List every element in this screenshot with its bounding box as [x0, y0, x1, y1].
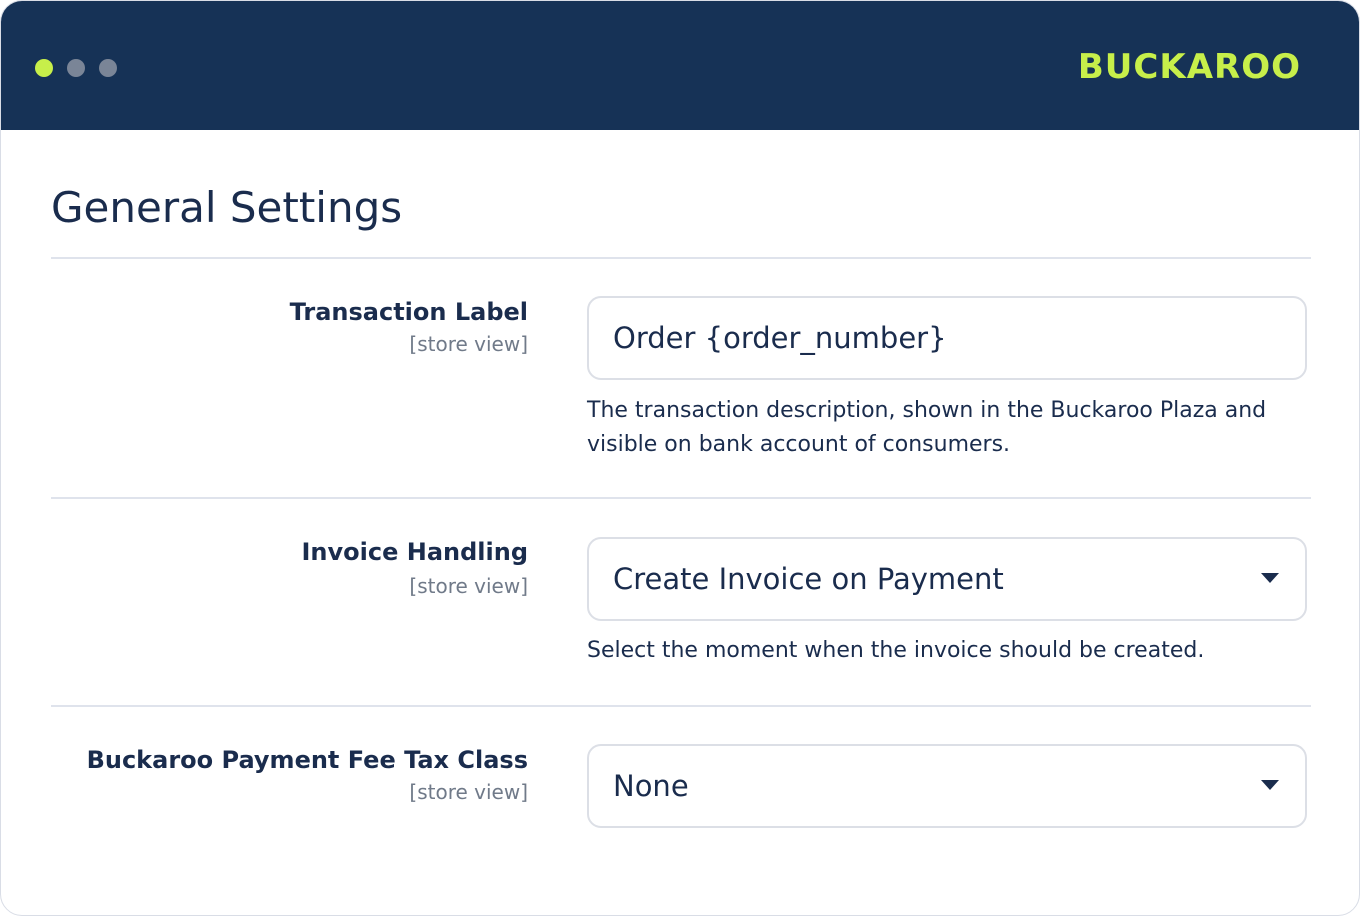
settings-window: BUCKAROO General Settings Transaction La…: [0, 0, 1360, 916]
transaction-label-value: Order {order_number}: [613, 321, 947, 355]
invoice-handling-scope: [store view]: [409, 574, 528, 598]
window-control-dot-gray[interactable]: [67, 59, 85, 77]
invoice-handling-value: Create Invoice on Payment: [613, 562, 1004, 596]
section-divider: [51, 257, 1311, 259]
chevron-down-icon: [1261, 780, 1279, 790]
window-titlebar: BUCKAROO: [1, 1, 1359, 130]
invoice-handling-title: Invoice Handling: [301, 538, 529, 566]
payment-fee-tax-class-select[interactable]: None: [587, 744, 1307, 828]
row-divider: [51, 705, 1311, 707]
buckaroo-logo: BUCKAROO: [1077, 47, 1301, 87]
transaction-label-scope: [store view]: [409, 332, 528, 356]
transaction-label-title: Transaction Label: [289, 298, 528, 326]
invoice-handling-help: Select the moment when the invoice shoul…: [587, 638, 1205, 663]
payment-fee-tax-class-title: Buckaroo Payment Fee Tax Class: [86, 746, 528, 774]
page-title: General Settings: [51, 183, 403, 232]
transaction-label-input[interactable]: Order {order_number}: [587, 296, 1307, 380]
chevron-down-icon: [1261, 573, 1279, 583]
transaction-label-help: The transaction description, shown in th…: [587, 398, 1267, 457]
window-control-dot-green[interactable]: [35, 59, 53, 77]
window-control-dot-gray-2[interactable]: [99, 59, 117, 77]
invoice-handling-select[interactable]: Create Invoice on Payment: [587, 537, 1307, 621]
payment-fee-tax-class-value: None: [613, 769, 689, 803]
payment-fee-tax-class-scope: [store view]: [409, 780, 528, 804]
row-divider: [51, 497, 1311, 499]
